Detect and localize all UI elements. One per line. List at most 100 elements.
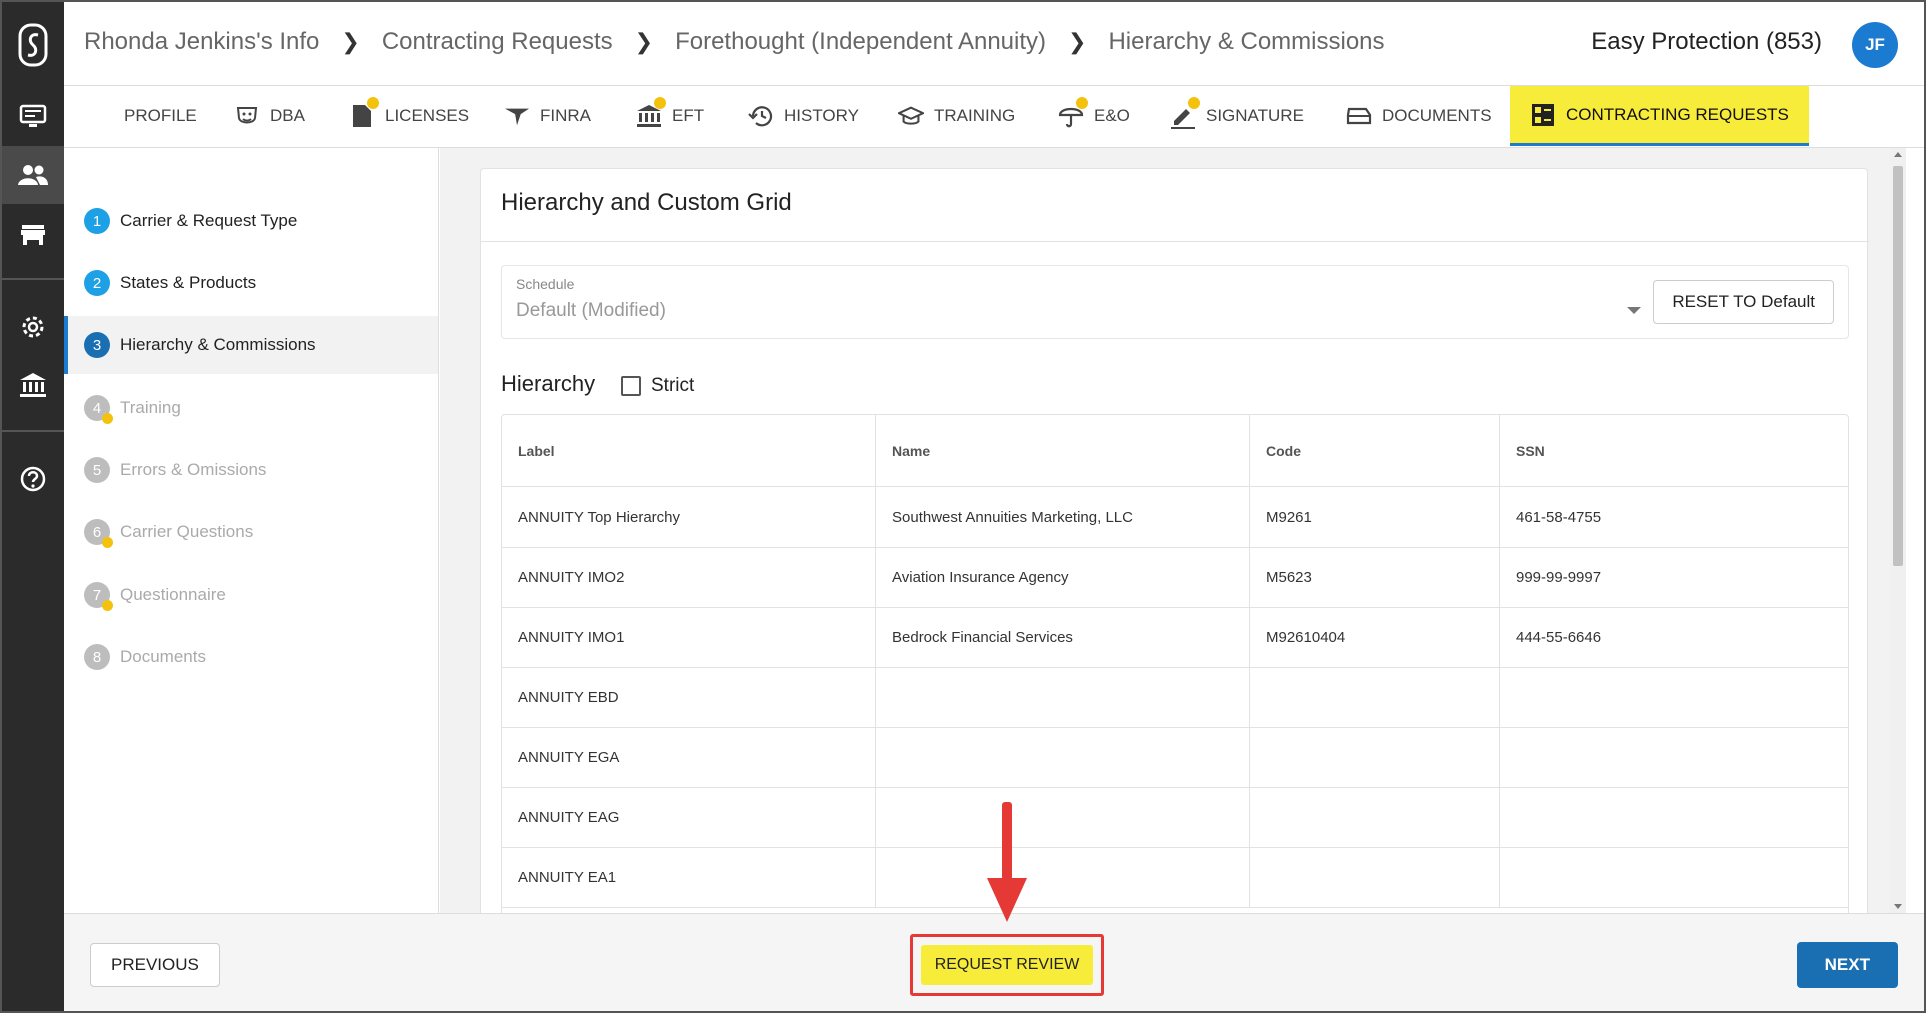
alert-dot: [367, 97, 379, 109]
step-carrier-questions[interactable]: 6 Carrier Questions: [64, 503, 438, 561]
strict-label: Strict: [651, 375, 695, 396]
tab-training[interactable]: TRAINING: [898, 86, 1015, 146]
app-window: Rhonda Jenkins's Info ❯ Contracting Requ…: [0, 0, 1926, 1013]
tab-label: CONTRACTING REQUESTS: [1566, 104, 1789, 124]
schedule-select[interactable]: Schedule Default (Modified) RESET TO Def…: [501, 265, 1849, 339]
vertical-scrollbar[interactable]: [1890, 148, 1906, 913]
cell-ssn: 999-99-9997: [1516, 569, 1602, 586]
step-documents[interactable]: 8 Documents: [64, 628, 438, 686]
rail-help[interactable]: [2, 450, 64, 508]
monitor-icon: [19, 104, 47, 127]
app-logo[interactable]: [2, 2, 64, 88]
finra-icon: [504, 103, 530, 129]
cell-name: [876, 668, 1250, 727]
checkbox-box[interactable]: [621, 376, 641, 396]
step-errors-omissions[interactable]: 5 Errors & Omissions: [64, 441, 438, 499]
step-carrier-request-type[interactable]: 1 Carrier & Request Type: [64, 192, 438, 250]
rail-people[interactable]: [2, 146, 64, 204]
cell-code: M5623: [1250, 548, 1500, 607]
step-states-products[interactable]: 2 States & Products: [64, 254, 438, 312]
tab-contracting-requests[interactable]: CONTRACTING REQUESTS: [1510, 86, 1809, 146]
column-header-code[interactable]: Code: [1250, 415, 1500, 486]
document-icon: [349, 97, 379, 129]
table-row[interactable]: ANNUITY EBD: [502, 668, 1848, 728]
gear-icon: [22, 316, 44, 338]
table-row[interactable]: ANNUITY EGA: [502, 728, 1848, 788]
tab-label: EFT: [672, 106, 705, 125]
rail-dashboard[interactable]: [2, 88, 64, 146]
column-header-ssn[interactable]: SSN: [1500, 415, 1848, 486]
table-row[interactable]: ANNUITY IMO1 Bedrock Financial Services …: [502, 608, 1848, 668]
table-row[interactable]: ANNUITY IMO2 Aviation Insurance Agency M…: [502, 548, 1848, 608]
breadcrumb-current: Hierarchy & Commissions: [1108, 28, 1385, 55]
scrollbar-thumb[interactable]: [1893, 166, 1903, 566]
hierarchy-table: Label Name Code SSN ANNUITY Top Hierarch…: [501, 414, 1849, 913]
alert-dot: [1076, 97, 1088, 109]
rail-settings[interactable]: [2, 298, 64, 356]
tab-label: PROFILE: [124, 106, 197, 125]
tab-label: TRAINING: [934, 106, 1016, 125]
step-number: 1: [84, 208, 110, 234]
hierarchy-card: Hierarchy and Custom Grid Schedule Defau…: [480, 168, 1869, 913]
main-content: Hierarchy and Custom Grid Schedule Defau…: [440, 148, 1906, 913]
step-number: 4: [84, 395, 113, 424]
history-icon: [748, 103, 774, 129]
breadcrumb-agent[interactable]: Rhonda Jenkins's Info: [84, 28, 319, 56]
tab-label: SIGNATURE: [1206, 106, 1304, 125]
inbox-icon: [1346, 103, 1372, 129]
tab-history[interactable]: HISTORY: [748, 86, 859, 146]
step-label: Carrier & Request Type: [120, 211, 298, 230]
table-row[interactable]: ANNUITY EAG: [502, 788, 1848, 848]
rail-bank[interactable]: [2, 356, 64, 414]
avatar[interactable]: JF: [1852, 22, 1898, 68]
step-training[interactable]: 4 Training: [64, 379, 438, 437]
bank-icon: [20, 373, 46, 397]
table-row[interactable]: ANNUITY EA1: [502, 848, 1848, 908]
wizard-stepper: 1 Carrier & Request Type 2 States & Prod…: [64, 148, 439, 913]
step-label: Hierarchy & Commissions: [120, 335, 316, 354]
tab-documents[interactable]: DOCUMENTS: [1346, 86, 1492, 146]
next-button[interactable]: NEXT: [1796, 942, 1898, 988]
schedule-value: Default (Modified): [516, 300, 666, 321]
tab-dba[interactable]: DBA: [234, 86, 305, 146]
tab-profile[interactable]: PROFILE: [124, 86, 197, 146]
cell-ssn: 444-55-6646: [1516, 629, 1602, 646]
step-questionnaire[interactable]: 7 Questionnaire: [64, 566, 438, 624]
rail-store[interactable]: [2, 206, 64, 264]
tab-eo[interactable]: E&O: [1058, 86, 1130, 146]
strict-checkbox[interactable]: Strict: [621, 375, 694, 397]
cell-code: [1250, 668, 1500, 727]
breadcrumb: Rhonda Jenkins's Info ❯ Contracting Requ…: [84, 28, 1385, 56]
breadcrumb-requests[interactable]: Contracting Requests: [382, 28, 613, 56]
cell-code: M92610404: [1250, 608, 1500, 667]
previous-button[interactable]: PREVIOUS: [90, 943, 220, 987]
request-review-button[interactable]: REQUEST REVIEW: [920, 945, 1094, 985]
tab-label: DBA: [270, 106, 305, 125]
step-label: Documents: [120, 647, 206, 666]
reset-to-default-button[interactable]: RESET TO Default: [1653, 280, 1834, 324]
tab-label: HISTORY: [784, 106, 859, 125]
tab-eft[interactable]: EFT: [636, 86, 704, 146]
step-label: States & Products: [120, 273, 257, 292]
warning-dot: [102, 537, 113, 548]
chevron-right-icon: ❯: [1068, 29, 1087, 54]
step-hierarchy-commissions[interactable]: 3 Hierarchy & Commissions: [64, 316, 438, 374]
column-header-name[interactable]: Name: [876, 415, 1250, 486]
step-number: 3: [84, 332, 110, 358]
pen-icon: [1170, 97, 1200, 129]
hierarchy-title: Hierarchy: [501, 371, 596, 396]
chevron-down-icon[interactable]: [1627, 307, 1641, 314]
tab-licenses[interactable]: LICENSES: [349, 86, 469, 146]
breadcrumb-carrier[interactable]: Forethought (Independent Annuity): [675, 28, 1046, 56]
step-label: Training: [120, 398, 181, 417]
column-header-label[interactable]: Label: [502, 415, 876, 486]
table-row[interactable]: ANNUITY Top Hierarchy Southwest Annuitie…: [502, 487, 1848, 548]
scroll-up-icon[interactable]: [1894, 152, 1902, 157]
tab-signature[interactable]: SIGNATURE: [1170, 86, 1304, 146]
tab-label: LICENSES: [385, 106, 470, 125]
scroll-down-icon[interactable]: [1894, 904, 1902, 909]
grid-list-icon: [1530, 102, 1556, 128]
people-icon: [18, 165, 48, 185]
tab-finra[interactable]: FINRA: [504, 86, 591, 146]
tab-label: DOCUMENTS: [1382, 106, 1492, 125]
